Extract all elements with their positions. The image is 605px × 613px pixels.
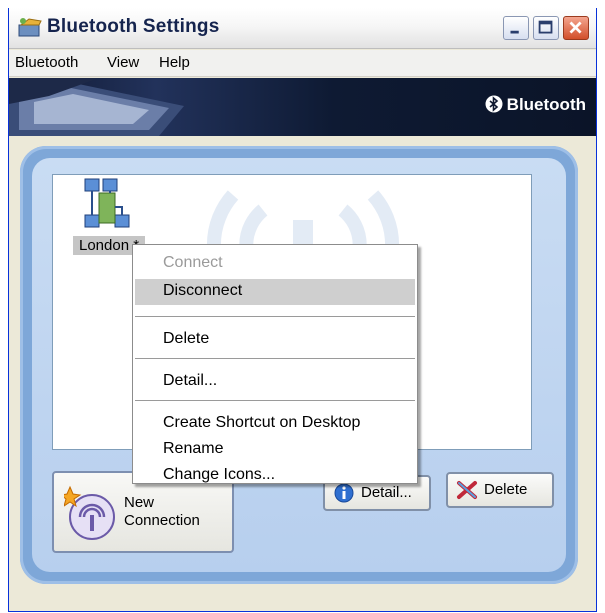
bluetooth-icon xyxy=(485,95,503,113)
ctx-detail[interactable]: Detail... xyxy=(133,369,417,395)
menu-view[interactable]: View xyxy=(107,54,139,71)
laptop-graphic xyxy=(9,78,184,136)
window-title: Bluetooth Settings xyxy=(47,16,220,37)
ctx-separator xyxy=(135,316,415,317)
menu-bar: Bluetooth View Help xyxy=(9,50,596,77)
ctx-create-shortcut-label: Create Shortcut on Desktop xyxy=(163,414,361,431)
ctx-disconnect-label: Disconnect xyxy=(163,282,243,299)
new-connection-label: New Connection xyxy=(124,494,200,529)
delete-button-label: Delete xyxy=(484,481,528,498)
ctx-rename-label: Rename xyxy=(163,440,224,457)
bluetooth-banner: Bluetooth xyxy=(9,78,596,136)
ctx-connect-label: Connect xyxy=(163,254,223,271)
ctx-delete[interactable]: Delete xyxy=(133,327,417,353)
device-context-menu: Connect Disconnect Delete Detail... Crea… xyxy=(132,244,418,484)
ctx-separator xyxy=(135,358,415,359)
title-bar[interactable]: Bluetooth Settings xyxy=(9,8,596,49)
ctx-detail-label: Detail... xyxy=(163,372,218,389)
delete-button[interactable]: Delete xyxy=(446,472,554,508)
ctx-delete-label: Delete xyxy=(163,330,210,347)
ctx-connect[interactable]: Connect xyxy=(133,251,417,277)
ctx-change-icons[interactable]: Change Icons... xyxy=(133,463,417,489)
ctx-rename[interactable]: Rename xyxy=(133,437,417,463)
ctx-change-icons-label: Change Icons... xyxy=(163,466,276,483)
menu-help[interactable]: Help xyxy=(159,54,190,71)
network-computer-icon[interactable] xyxy=(83,177,131,229)
maximize-button[interactable] xyxy=(533,16,559,40)
maximize-icon xyxy=(538,20,553,34)
ctx-separator xyxy=(135,400,415,401)
menu-bluetooth[interactable]: Bluetooth xyxy=(15,54,78,71)
new-connection-icon xyxy=(64,485,115,540)
bluetooth-brand-label: Bluetooth xyxy=(506,95,586,114)
ctx-create-shortcut[interactable]: Create Shortcut on Desktop xyxy=(133,411,417,437)
minimize-icon xyxy=(510,30,519,34)
minimize-button[interactable] xyxy=(503,16,529,40)
bluetooth-brand: Bluetooth xyxy=(485,95,586,115)
bluetooth-app-icon xyxy=(18,18,42,37)
delete-x-icon xyxy=(457,481,477,499)
ctx-disconnect[interactable]: Disconnect xyxy=(135,279,415,305)
close-button[interactable] xyxy=(563,16,589,40)
close-icon xyxy=(569,21,582,34)
